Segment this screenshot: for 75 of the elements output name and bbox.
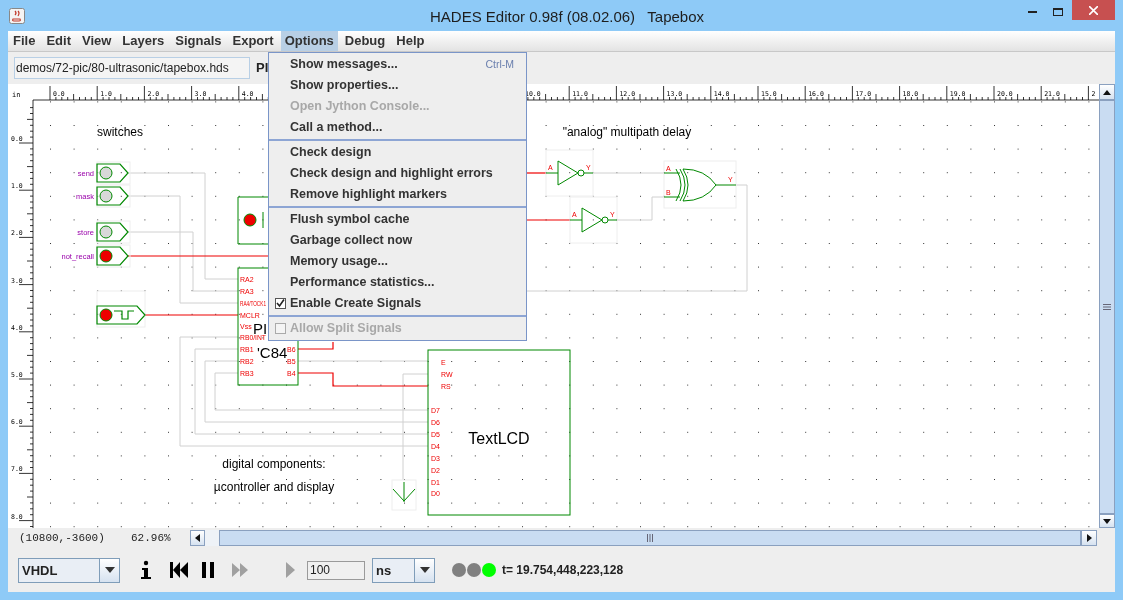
menu-option[interactable]: Memory usage... bbox=[269, 251, 526, 272]
annotation-text: µcontroller and display bbox=[213, 480, 335, 494]
annotation-text: "analog" multipath delay bbox=[562, 125, 692, 139]
close-button[interactable] bbox=[1072, 0, 1115, 20]
menu-item[interactable]: View bbox=[77, 31, 116, 51]
inverter-symbol bbox=[569, 207, 618, 233]
menu-item[interactable]: Options bbox=[280, 31, 338, 51]
maximize-icon bbox=[1053, 8, 1063, 16]
pause-icon bbox=[202, 562, 214, 578]
up-arrow-icon bbox=[1103, 89, 1111, 95]
menu-item[interactable]: Debug bbox=[340, 31, 390, 51]
annotation-text: switches bbox=[97, 125, 143, 139]
close-icon bbox=[1089, 5, 1098, 15]
play-icon bbox=[286, 562, 295, 578]
menu-option[interactable]: Enable Create Signals bbox=[269, 293, 526, 314]
step-size-field[interactable]: 100 bbox=[307, 560, 365, 580]
grip-icon bbox=[1103, 304, 1111, 310]
simulation-time: t= 19.754,448,223,128 bbox=[502, 562, 624, 579]
scroll-up-button[interactable] bbox=[1099, 84, 1115, 100]
scroll-right-button[interactable] bbox=[1081, 530, 1097, 546]
caret-icon bbox=[419, 567, 430, 573]
menu-option[interactable]: Call a method... bbox=[269, 117, 526, 138]
menu-item[interactable]: File bbox=[9, 31, 40, 51]
menu-item[interactable]: Signals bbox=[171, 31, 226, 51]
active-wire bbox=[526, 172, 547, 174]
switch-symbol[interactable] bbox=[96, 246, 129, 266]
active-wire bbox=[297, 341, 334, 350]
switch-symbol[interactable] bbox=[96, 163, 129, 183]
component-name: TextLCD bbox=[468, 430, 530, 447]
menu-item[interactable]: Layers bbox=[118, 31, 169, 51]
time-unit-dropdown[interactable]: ns bbox=[372, 557, 435, 583]
scroll-down-button[interactable] bbox=[1099, 514, 1115, 528]
menu-item[interactable]: Export bbox=[228, 31, 278, 51]
annotation-text: digital components: bbox=[222, 457, 326, 471]
menu-option[interactable]: Performance statistics... bbox=[269, 272, 526, 293]
zoom-level: 62.96% bbox=[131, 530, 172, 546]
grip-icon bbox=[647, 534, 653, 542]
file-path-field[interactable]: demos/72-pic/80-ultrasonic/tapebox.hds bbox=[14, 57, 250, 79]
down-arrow-icon bbox=[1103, 518, 1111, 524]
symbol-frame bbox=[569, 196, 618, 244]
ground-symbol bbox=[392, 481, 416, 503]
app-icon[interactable] bbox=[9, 7, 25, 24]
minimize-icon bbox=[1027, 11, 1037, 13]
inverter-symbol bbox=[545, 160, 594, 186]
caret-icon bbox=[104, 567, 115, 573]
fast-forward-icon bbox=[232, 563, 248, 577]
menu-option[interactable]: Show properties... bbox=[269, 75, 526, 96]
checkbox[interactable] bbox=[275, 298, 286, 309]
clock-symbol[interactable] bbox=[96, 305, 146, 325]
right-arrow-icon bbox=[1086, 534, 1092, 542]
component-name: 'C84 bbox=[257, 344, 288, 361]
symbol-frame bbox=[391, 479, 417, 511]
menu-option[interactable]: Show messages... Ctrl-M bbox=[269, 54, 526, 75]
menu-option[interactable]: Remove highlight markers bbox=[269, 184, 526, 205]
left-arrow-icon bbox=[195, 534, 200, 542]
component-name: PI bbox=[253, 320, 268, 337]
scroll-left-button[interactable] bbox=[190, 530, 205, 546]
language-dropdown[interactable]: VHDL bbox=[18, 557, 120, 583]
cursor-coordinates: (10800,-3600) bbox=[19, 530, 106, 546]
menu-option[interactable]: Garbage collect now bbox=[269, 230, 526, 251]
switch-symbol[interactable] bbox=[96, 186, 129, 206]
pulse-switch-symbol[interactable] bbox=[237, 196, 269, 245]
toolbar-label: PI bbox=[256, 59, 269, 78]
menu-option[interactable]: Flush symbol cache bbox=[269, 209, 526, 230]
menu-option[interactable]: Check design bbox=[269, 142, 526, 163]
active-wire bbox=[526, 219, 571, 221]
menu-item[interactable]: Edit bbox=[42, 31, 75, 51]
rewind-icon bbox=[170, 562, 188, 578]
symbol-frame bbox=[545, 149, 594, 197]
symbol-frame bbox=[96, 290, 146, 328]
menu-option[interactable]: Check design and highlight errors bbox=[269, 163, 526, 184]
info-icon bbox=[140, 560, 152, 580]
window-title: HADES Editor 0.98f (08.02.06) Tapebox bbox=[430, 7, 705, 27]
switch-symbol[interactable] bbox=[96, 222, 129, 242]
menu-item[interactable]: Help bbox=[392, 31, 429, 51]
